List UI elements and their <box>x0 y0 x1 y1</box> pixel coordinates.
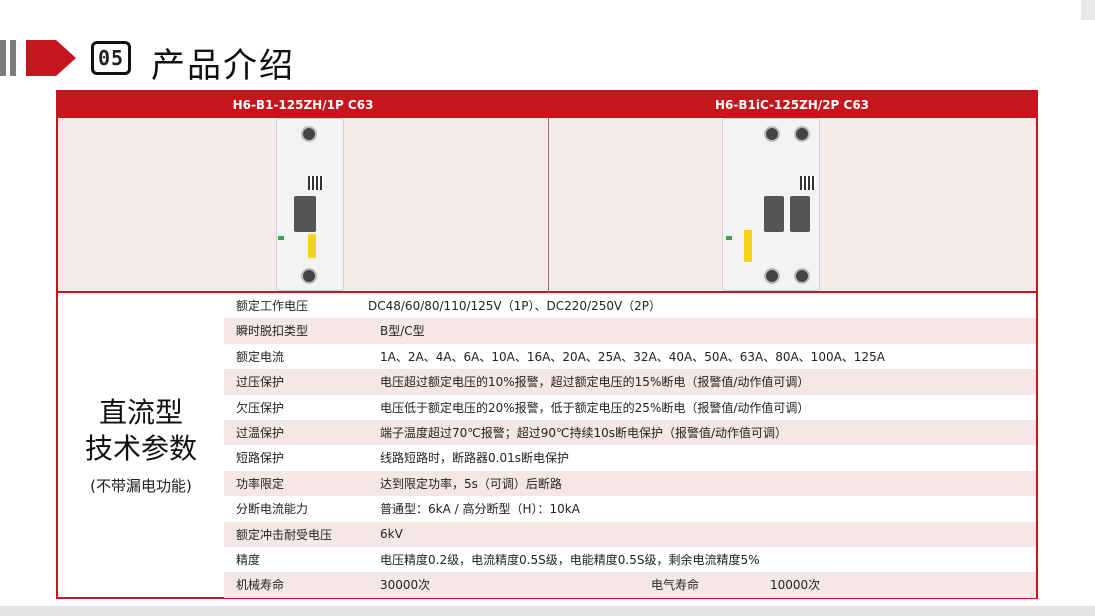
breaker-lever <box>294 196 316 232</box>
spec-label: 过压保护 <box>236 375 285 390</box>
arrow-marker-tip <box>56 40 76 76</box>
arrow-marker <box>26 40 56 76</box>
top-bar <box>0 0 1095 32</box>
table-row: 额定工作电压 DC48/60/80/110/125V（1P）、DC220/250… <box>224 293 1036 318</box>
spec-value: DC48/60/80/110/125V（1P）、DC220/250V（2P） <box>368 299 662 313</box>
spec-label: 瞬时脱扣类型 <box>236 324 309 339</box>
spec-value: 普通型：6kA / 高分断型（H）：10kA <box>380 502 580 517</box>
spec-label: 额定电流 <box>236 349 285 364</box>
spec-extra-value: 10000次 <box>770 578 821 593</box>
product-image-2p <box>720 118 820 291</box>
product-model-1: H6-B1-125ZH/1P C63 <box>232 98 374 112</box>
terminal-screw <box>794 268 810 284</box>
spec-value: 电压低于额定电压的20%报警，低于额定电压的25%断电（报警值/动作值可调） <box>380 400 810 415</box>
table-row: 额定冲击耐受电压 6kV <box>224 521 1036 547</box>
terminal-screw <box>764 126 780 142</box>
spec-label: 欠压保护 <box>236 400 285 415</box>
bottom-bar <box>0 606 1095 616</box>
table-row: 精度 电压精度0.2级，电流精度0.5S级，电能精度0.5S级，剩余电流精度5% <box>224 547 1036 572</box>
spec-subtitle: (不带漏电功能) <box>90 476 192 495</box>
table-row: 短路保护 线路短路时，断路器0.01s断电保护 <box>224 445 1036 470</box>
product-image-1p <box>274 118 344 291</box>
terminal-screw <box>764 268 780 284</box>
status-led <box>278 236 284 240</box>
breaker-lever <box>790 196 810 232</box>
table-row: 功率限定 达到限定功率，5s（可调）后断路 <box>224 470 1036 497</box>
divider <box>548 118 549 293</box>
qr-code <box>800 176 816 190</box>
table-row: 过温保护 端子温度超过70℃报警；超过90℃持续10s断电保护（报警值/动作值可… <box>224 419 1036 446</box>
spec-value: 端子温度超过70℃报警；超过90℃持续10s断电保护（报警值/动作值可调） <box>380 425 788 440</box>
terminal-screw <box>301 268 317 284</box>
spec-title-line1: 直流型 <box>98 395 183 429</box>
test-button <box>744 230 752 262</box>
spec-value: 30000次 <box>380 578 431 593</box>
test-button <box>308 234 316 258</box>
table-row: 欠压保护 电压低于额定电压的20%报警，低于额定电压的25%断电（报警值/动作值… <box>224 395 1036 420</box>
spec-section-title: 直流型 技术参数 (不带漏电功能) <box>58 293 224 597</box>
spec-value: 达到限定功率，5s（可调）后断路 <box>380 476 562 491</box>
spec-extra-label: 电气寿命 <box>651 578 700 593</box>
spec-label: 短路保护 <box>236 451 285 466</box>
terminal-screw <box>794 126 810 142</box>
spec-value: 6kV <box>380 527 403 542</box>
table-row: 机械寿命 30000次 电气寿命 10000次 <box>224 572 1036 598</box>
qr-code <box>308 176 324 190</box>
spec-title-line2: 技术参数 <box>84 431 197 465</box>
decor-stripe <box>0 40 6 76</box>
spec-value: 1A、2A、4A、6A、10A、16A、20A、25A、32A、40A、50A、… <box>380 349 885 364</box>
table-row: 额定电流 1A、2A、4A、6A、10A、16A、20A、25A、32A、40A… <box>224 344 1036 369</box>
spec-label: 机械寿命 <box>236 578 285 593</box>
section-number: 05 <box>91 41 131 75</box>
product-model-2: H6-B1iC-125ZH/2P C63 <box>714 98 870 112</box>
decor-stripe <box>10 40 16 76</box>
section-title: 产品介绍 <box>151 46 295 86</box>
spec-value: 电压超过额定电压的10%报警，超过额定电压的15%断电（报警值/动作值可调） <box>380 375 810 390</box>
spec-label: 分断电流能力 <box>236 502 309 517</box>
spec-label: 额定冲击耐受电压 <box>236 527 333 542</box>
spec-value: 线路短路时，断路器0.01s断电保护 <box>380 451 569 466</box>
corner-mark <box>1081 0 1095 20</box>
status-led <box>726 236 732 240</box>
spec-label: 额定工作电压 <box>236 299 309 313</box>
table-row: 瞬时脱扣类型 B型/C型 <box>224 318 1036 344</box>
spec-label: 精度 <box>236 552 261 567</box>
table-row: 过压保护 电压超过额定电压的10%报警，超过额定电压的15%断电（报警值/动作值… <box>224 369 1036 395</box>
spec-value: 电压精度0.2级，电流精度0.5S级，电能精度0.5S级，剩余电流精度5% <box>380 552 760 567</box>
spec-value: B型/C型 <box>380 324 425 339</box>
product-images <box>58 118 1036 293</box>
spec-label: 功率限定 <box>236 476 285 491</box>
table-row: 分断电流能力 普通型：6kA / 高分断型（H）：10kA <box>224 496 1036 521</box>
table-header: H6-B1-125ZH/1P C63 H6-B1iC-125ZH/2P C63 <box>58 92 1036 118</box>
spec-label: 过温保护 <box>236 425 285 440</box>
spec-table: 额定工作电压 DC48/60/80/110/125V（1P）、DC220/250… <box>224 293 1036 598</box>
product-table: H6-B1-125ZH/1P C63 H6-B1iC-125ZH/2P C63 <box>56 90 1038 599</box>
breaker-lever <box>764 196 784 232</box>
terminal-screw <box>301 126 317 142</box>
